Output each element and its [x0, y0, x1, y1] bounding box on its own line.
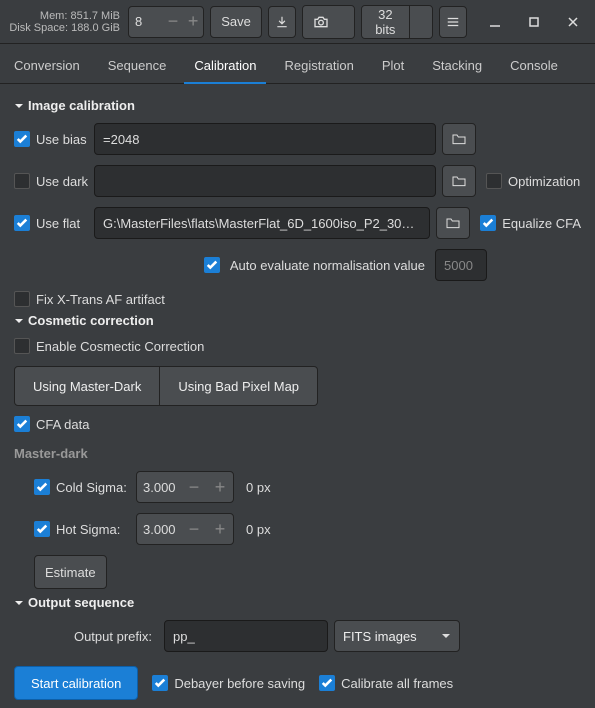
calibrate-all-label: Calibrate all frames [341, 676, 453, 691]
download-button[interactable] [268, 6, 296, 38]
use-flat-label: Use flat [36, 216, 80, 231]
top-toolbar: Mem: 851.7 MiB Disk Space: 188.0 GiB − +… [0, 0, 595, 44]
bitdepth-button[interactable]: 32 bits [362, 6, 409, 38]
image-calibration-header[interactable]: Image calibration [14, 98, 581, 113]
bitdepth-menu[interactable] [410, 6, 432, 38]
minimize-button[interactable] [479, 4, 512, 39]
flat-input[interactable] [94, 207, 430, 239]
start-calibration-button[interactable]: Start calibration [14, 666, 138, 700]
folder-icon [451, 173, 467, 189]
output-format-value: FITS images [343, 629, 417, 644]
cosmetic-correction-header[interactable]: Cosmetic correction [14, 313, 581, 328]
debayer-label: Debayer before saving [174, 676, 305, 691]
master-dark-heading: Master-dark [14, 446, 581, 461]
using-master-dark-toggle[interactable]: Using Master-Dark [14, 366, 160, 406]
snapshot-group [302, 5, 355, 39]
snapshot-button[interactable] [303, 6, 339, 38]
auto-eval-checkbox[interactable] [204, 257, 220, 273]
hot-sigma-input[interactable] [137, 522, 181, 537]
camera-icon [313, 14, 329, 30]
dark-browse-button[interactable] [442, 165, 476, 197]
output-sequence-header[interactable]: Output sequence [14, 595, 581, 610]
debayer-checkbox[interactable] [152, 675, 168, 691]
resource-info: Mem: 851.7 MiB Disk Space: 188.0 GiB [6, 10, 122, 34]
expander-icon [14, 598, 24, 608]
bitdepth-group: 32 bits [361, 5, 433, 39]
dark-input[interactable] [94, 165, 436, 197]
cold-sigma-px: 0 px [246, 480, 271, 495]
hot-sigma-checkbox[interactable] [34, 521, 50, 537]
cold-sigma-label: Cold Sigma: [56, 480, 130, 495]
optimization-label: Optimization [508, 174, 580, 189]
enable-cosmetic-checkbox[interactable] [14, 338, 30, 354]
tab-conversion[interactable]: Conversion [0, 48, 94, 83]
tab-stacking[interactable]: Stacking [418, 48, 496, 83]
use-bias-label: Use bias [36, 132, 87, 147]
snapshot-menu[interactable] [339, 6, 355, 38]
spinner-increment[interactable]: + [207, 472, 233, 502]
spinner-decrement[interactable]: − [181, 514, 207, 544]
tab-console[interactable]: Console [496, 48, 572, 83]
main-tabs: Conversion Sequence Calibration Registra… [0, 44, 595, 84]
spinner-increment[interactable]: + [207, 514, 233, 544]
frame-spinner-input[interactable] [129, 14, 163, 29]
fix-xtrans-checkbox[interactable] [14, 291, 30, 307]
frame-spinner[interactable]: − + [128, 6, 204, 38]
spinner-decrement[interactable]: − [181, 472, 207, 502]
folder-icon [445, 215, 461, 231]
hot-sigma-px: 0 px [246, 522, 271, 537]
auto-eval-value [435, 249, 487, 281]
save-button[interactable]: Save [210, 6, 262, 38]
hot-sigma-spinner[interactable]: − + [136, 513, 234, 545]
estimate-button[interactable]: Estimate [34, 555, 107, 589]
maximize-button[interactable] [517, 4, 550, 39]
spinner-increment[interactable]: + [183, 7, 203, 37]
disk-label: Disk Space: 188.0 GiB [9, 22, 120, 34]
tab-registration[interactable]: Registration [270, 48, 367, 83]
image-calibration-title: Image calibration [28, 98, 135, 113]
enable-cosmetic-label: Enable Cosmectic Correction [36, 339, 204, 354]
cosmetic-correction-title: Cosmetic correction [28, 313, 154, 328]
cfa-data-label: CFA data [36, 417, 89, 432]
close-button[interactable] [556, 4, 589, 39]
cold-sigma-input[interactable] [137, 480, 181, 495]
flat-browse-button[interactable] [436, 207, 470, 239]
tab-plot[interactable]: Plot [368, 48, 418, 83]
tab-calibration[interactable]: Calibration [180, 48, 270, 83]
maximize-icon [529, 17, 539, 27]
auto-eval-label: Auto evaluate normalisation value [230, 258, 425, 273]
use-dark-label: Use dark [36, 174, 88, 189]
cold-sigma-spinner[interactable]: − + [136, 471, 234, 503]
output-format-dropdown[interactable]: FITS images [334, 620, 460, 652]
spinner-decrement[interactable]: − [163, 7, 183, 37]
output-prefix-input[interactable] [164, 620, 328, 652]
cold-sigma-checkbox[interactable] [34, 479, 50, 495]
use-dark-checkbox[interactable] [14, 173, 30, 189]
expander-icon [14, 316, 24, 326]
fix-xtrans-label: Fix X-Trans AF artifact [36, 292, 165, 307]
download-icon [275, 15, 289, 29]
calibrate-all-checkbox[interactable] [319, 675, 335, 691]
using-bad-pixel-map-toggle[interactable]: Using Bad Pixel Map [160, 366, 318, 406]
expander-icon [14, 101, 24, 111]
output-sequence-title: Output sequence [28, 595, 134, 610]
equalize-cfa-label: Equalize CFA [502, 216, 581, 231]
use-flat-checkbox[interactable] [14, 215, 30, 231]
minimize-icon [489, 16, 501, 28]
bias-browse-button[interactable] [442, 123, 476, 155]
chevron-down-icon [441, 631, 451, 641]
hamburger-icon [446, 15, 460, 29]
close-icon [567, 16, 579, 28]
hamburger-menu[interactable] [439, 6, 467, 38]
tab-sequence[interactable]: Sequence [94, 48, 181, 83]
mem-label: Mem: 851.7 MiB [40, 10, 120, 22]
bias-input[interactable] [94, 123, 436, 155]
equalize-cfa-checkbox[interactable] [480, 215, 496, 231]
use-bias-checkbox[interactable] [14, 131, 30, 147]
folder-icon [451, 131, 467, 147]
cfa-data-checkbox[interactable] [14, 416, 30, 432]
output-prefix-label: Output prefix: [14, 629, 158, 644]
hot-sigma-label: Hot Sigma: [56, 522, 130, 537]
optimization-checkbox[interactable] [486, 173, 502, 189]
